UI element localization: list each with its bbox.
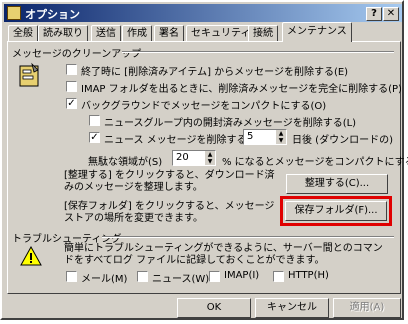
- delete-deleted-items-checkbox[interactable]: [66, 64, 77, 75]
- background-compact-label: バックグラウンドでメッセージをコンパクトにする(O): [81, 101, 327, 112]
- news-days-arrows[interactable]: ▲ ▼: [276, 130, 286, 144]
- wasted-space-arrows[interactable]: ▲ ▼: [205, 151, 215, 165]
- tab-compose[interactable]: 作成: [122, 25, 152, 41]
- window-title: オプション: [25, 8, 80, 21]
- log-news-checkbox[interactable]: [137, 271, 148, 282]
- log-news-label: ニュース(W): [152, 274, 210, 285]
- wasted-space-value: 20: [176, 152, 189, 163]
- delete-deleted-items-label: 終了時に [削除済みアイテム] からメッセージを削除する(E): [81, 67, 349, 78]
- tab-maintenance[interactable]: メンテナンス: [282, 22, 352, 42]
- title-bar: オプション ? ✕: [4, 4, 402, 22]
- tab-connection[interactable]: 接続: [248, 25, 278, 41]
- close-button[interactable]: ✕: [383, 7, 399, 21]
- news-days-stepper[interactable]: 5 ▲ ▼: [243, 129, 287, 145]
- tab-general[interactable]: 全般: [8, 25, 38, 41]
- tab-read[interactable]: 読み取り: [38, 25, 88, 41]
- apply-button[interactable]: 適用(A): [333, 298, 401, 318]
- cleanup-button[interactable]: 整理する(C)...: [286, 174, 388, 194]
- delete-news-days-checkbox[interactable]: ✓: [89, 132, 100, 143]
- log-mail-label: メール(M): [81, 274, 128, 285]
- cleanup-icon: [18, 62, 42, 88]
- news-days-value: 5: [247, 131, 254, 142]
- delete-read-news-checkbox[interactable]: [89, 115, 100, 126]
- log-mail-checkbox[interactable]: [66, 271, 77, 282]
- background-compact-checkbox[interactable]: ✓: [66, 98, 77, 109]
- log-http-label: HTTP(H): [288, 270, 329, 281]
- cleanup-divider: [122, 51, 394, 53]
- wasted-space-suffix: % になるとメッセージをコンパクトにする: [222, 157, 408, 168]
- help-button[interactable]: ?: [366, 7, 382, 21]
- news-days-suffix: 日後 (ダウンロードの): [292, 135, 393, 146]
- tab-signature[interactable]: 署名: [154, 25, 184, 41]
- wasted-space-label: 無駄な領域が(S): [88, 157, 163, 168]
- tab-security[interactable]: セキュリティ: [186, 25, 256, 41]
- warning-icon: [20, 245, 42, 266]
- log-imap-checkbox[interactable]: [209, 271, 220, 282]
- cancel-button[interactable]: キャンセル: [255, 298, 329, 318]
- log-imap-label: IMAP(I): [224, 270, 260, 281]
- store-folder-button[interactable]: 保存フォルダ(F)...: [285, 201, 387, 221]
- log-http-checkbox[interactable]: [273, 271, 284, 282]
- delete-news-days-label: ニュース メッセージを削除する(D): [104, 135, 262, 146]
- troubleshoot-description: 簡単にトラブルシューティングができるように、サーバー間とのコマンドをすべてログ …: [64, 243, 383, 266]
- delete-read-news-label: ニュースグループ内の開封済みメッセージを削除する(L): [104, 118, 357, 129]
- options-dialog: オプション ? ✕ 全般 読み取り 送信 作成 署名 セキュリティ 接続 メンテ…: [0, 0, 408, 320]
- tab-send[interactable]: 送信: [91, 25, 121, 41]
- cleanup-description: [整理する] をクリックすると、ダウンロード済みのメッセージを整理します。: [64, 170, 275, 193]
- troubleshoot-divider: [102, 236, 394, 238]
- wasted-space-stepper[interactable]: 20 ▲ ▼: [172, 150, 216, 166]
- imap-purge-label: IMAP フォルダを出るときに、削除済みメッセージを完全に削除する(P): [81, 84, 402, 95]
- store-folder-description: [保存フォルダ] をクリックすると、メッセージ ストアの場所を変更できます。: [64, 201, 275, 224]
- imap-purge-checkbox[interactable]: [66, 81, 77, 92]
- ok-button[interactable]: OK: [177, 298, 251, 318]
- app-icon: [7, 6, 21, 20]
